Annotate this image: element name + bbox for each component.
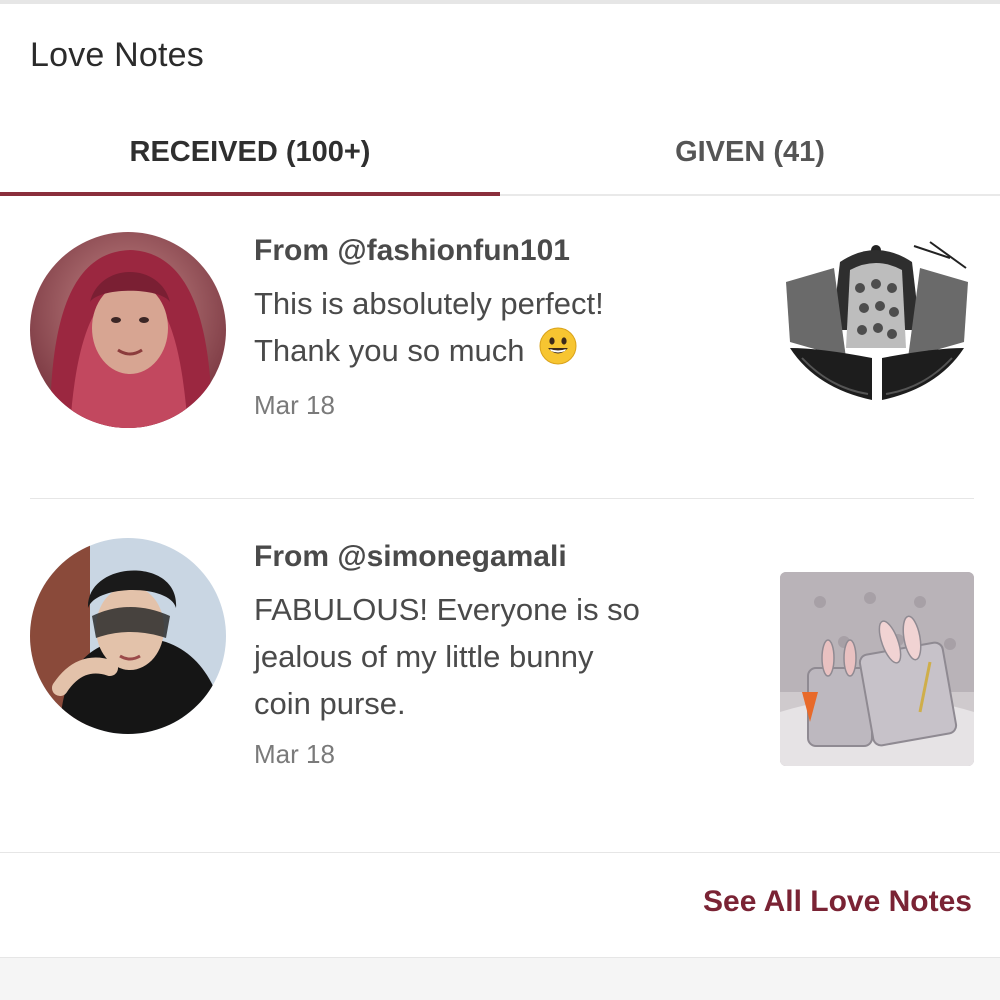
note-divider <box>30 498 974 499</box>
tab-received[interactable]: RECEIVED (100+) <box>0 110 500 194</box>
note-text-line: Thank you so much <box>254 327 754 378</box>
note-date: Mar 18 <box>254 390 335 421</box>
note-text-line-content: Thank you so much <box>254 333 525 368</box>
love-notes-footer: See All Love Notes <box>0 852 1000 958</box>
tab-given-label: GIVEN (41) <box>675 135 825 168</box>
love-notes-tabs: RECEIVED (100+) GIVEN (41) <box>0 110 1000 196</box>
note-content: From @simonegamali FABULOUS! Everyone is… <box>254 538 754 770</box>
note-text: FABULOUS! Everyone is so jealous of my l… <box>254 586 754 727</box>
note-text-line: jealous of my little bunny <box>254 639 594 674</box>
note-content: From @fashionfun101 This is absolutely p… <box>254 232 754 421</box>
note-sender[interactable]: From @fashionfun101 <box>254 234 754 268</box>
top-divider <box>0 0 1000 4</box>
note-text: This is absolutely perfect! Thank you so… <box>254 280 754 378</box>
note-text-line: coin purse. <box>254 686 406 721</box>
note-date: Mar 18 <box>254 739 335 769</box>
active-tab-indicator <box>0 192 500 196</box>
bottom-spacer <box>0 958 1000 1000</box>
product-thumbnail[interactable] <box>780 572 974 766</box>
note-text-line: FABULOUS! Everyone is so <box>254 592 640 627</box>
note-sender[interactable]: From @simonegamali <box>254 540 754 574</box>
avatar[interactable] <box>30 538 226 734</box>
grinning-face-icon <box>539 327 577 378</box>
love-note-item[interactable]: From @fashionfun101 This is absolutely p… <box>30 232 974 498</box>
tab-received-label: RECEIVED (100+) <box>129 135 371 168</box>
tab-given[interactable]: GIVEN (41) <box>500 110 1000 194</box>
avatar[interactable] <box>30 232 226 428</box>
section-title: Love Notes <box>30 36 204 74</box>
see-all-love-notes-link[interactable]: See All Love Notes <box>703 885 972 919</box>
product-thumbnail[interactable] <box>780 238 974 424</box>
note-text-line: This is absolutely perfect! <box>254 286 604 321</box>
love-note-item[interactable]: From @simonegamali FABULOUS! Everyone is… <box>30 538 974 852</box>
